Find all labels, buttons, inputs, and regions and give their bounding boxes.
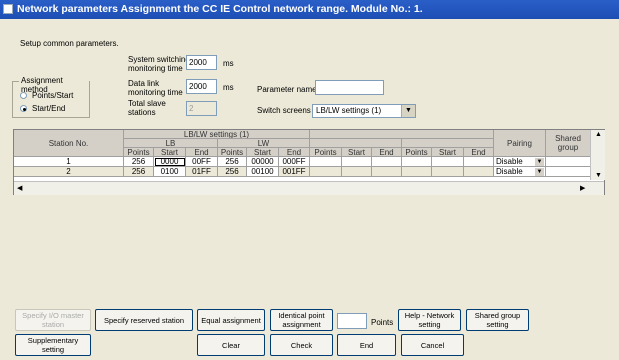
help-network-setting-button[interactable]: Help - Network setting: [398, 309, 461, 331]
row1-g3-points[interactable]: [310, 157, 342, 167]
scroll-up-arrow-icon[interactable]: ▲: [595, 131, 602, 138]
app-icon: [3, 4, 13, 14]
points-label: Points: [371, 318, 394, 327]
group-header-blank: [310, 130, 494, 139]
switch-screens-select[interactable]: LB/LW settings (1) ▼: [312, 104, 416, 118]
chevron-down-icon[interactable]: ▼: [535, 168, 544, 176]
datalink-input[interactable]: 2000: [186, 79, 217, 94]
row2-g4-points[interactable]: [402, 167, 432, 177]
end-button[interactable]: End: [337, 334, 396, 356]
total-slave-input: 2: [186, 101, 217, 116]
row1-pairing-select[interactable]: Disable ▼: [494, 157, 546, 167]
lw-start-header: Start: [247, 148, 279, 157]
window-title-bar: Network parameters Assignment the CC IE …: [0, 0, 619, 19]
row2-g3-end[interactable]: [372, 167, 402, 177]
row2-lb-points[interactable]: 256: [124, 167, 154, 177]
clear-button[interactable]: Clear: [197, 334, 265, 356]
lb-end-header: End: [186, 148, 218, 157]
pairing-header: Pairing: [494, 130, 546, 157]
row2-shared-group[interactable]: [546, 167, 591, 177]
sys-switch-input[interactable]: 2000: [186, 55, 217, 70]
row1-g3-start[interactable]: [342, 157, 372, 167]
g3-end-header: End: [372, 148, 402, 157]
row2-lw-end[interactable]: 001FF: [279, 167, 310, 177]
chevron-down-icon[interactable]: ▼: [535, 158, 544, 166]
g3-points-header: Points: [310, 148, 342, 157]
row2-pairing-select[interactable]: Disable ▼: [494, 167, 546, 177]
grid-horizontal-scrollbar[interactable]: ◀ ▶: [14, 181, 604, 195]
row2-g4-start[interactable]: [432, 167, 464, 177]
row2-g3-points[interactable]: [310, 167, 342, 177]
supplementary-setting-button[interactable]: Supplementary setting: [15, 334, 91, 356]
row1-lw-end[interactable]: 000FF: [279, 157, 310, 167]
cancel-button[interactable]: Cancel: [401, 334, 464, 356]
g4-start-header: Start: [432, 148, 464, 157]
specify-reserved-station-button[interactable]: Specify reserved station: [95, 309, 193, 331]
lb-lw-group-header: LB/LW settings (1): [124, 130, 310, 139]
lb-points-header: Points: [124, 148, 154, 157]
datalink-label: Data link monitoring time: [128, 79, 183, 97]
chevron-down-icon[interactable]: ▼: [401, 105, 415, 117]
radio-points-start-label: Points/Start: [32, 91, 74, 100]
switch-screens-label: Switch screens: [257, 106, 311, 115]
row1-station[interactable]: 1: [14, 157, 124, 167]
lw-header: LW: [218, 139, 310, 148]
setup-caption: Setup common parameters.: [20, 39, 119, 48]
check-button[interactable]: Check: [270, 334, 333, 356]
row2-lb-end[interactable]: 01FF: [186, 167, 218, 177]
lb-header: LB: [124, 139, 218, 148]
row1-lw-start[interactable]: 00000: [247, 157, 279, 167]
scroll-right-arrow-icon[interactable]: ▶: [580, 184, 585, 192]
shared-group-setting-button[interactable]: Shared group setting: [466, 309, 529, 331]
g3-start-header: Start: [342, 148, 372, 157]
lw-points-header: Points: [218, 148, 247, 157]
g4-points-header: Points: [402, 148, 432, 157]
row1-g3-end[interactable]: [372, 157, 402, 167]
row2-lb-start[interactable]: 0100: [154, 167, 186, 177]
scroll-down-arrow-icon[interactable]: ▼: [595, 172, 602, 179]
param-name-label: Parameter name: [257, 85, 317, 94]
row2-g3-start[interactable]: [342, 167, 372, 177]
specify-io-master-button: Specify I/O master station: [15, 309, 91, 331]
row1-lb-start[interactable]: 0000: [154, 157, 186, 167]
identical-point-assignment-button[interactable]: Identical point assignment: [270, 309, 333, 331]
g4-end-header: End: [464, 148, 494, 157]
lw-end-header: End: [279, 148, 310, 157]
equal-assignment-button[interactable]: Equal assignment: [197, 309, 265, 331]
blank-group-header-2: [402, 139, 494, 148]
row1-g4-end[interactable]: [464, 157, 494, 167]
sys-switch-unit: ms: [223, 59, 234, 68]
row1-shared-group[interactable]: [546, 157, 591, 167]
points-input[interactable]: [337, 313, 367, 329]
lb-start-header: Start: [154, 148, 186, 157]
shared-group-header: Shared group: [546, 130, 591, 157]
blank-group-header-1: [310, 139, 402, 148]
total-slave-label: Total slave stations: [128, 99, 166, 117]
radio-start-end-label: Start/End: [32, 104, 66, 113]
switch-screens-value: LB/LW settings (1): [316, 106, 382, 115]
datalink-unit: ms: [223, 83, 234, 92]
row2-lw-points[interactable]: 256: [218, 167, 247, 177]
row1-lb-end[interactable]: 00FF: [186, 157, 218, 167]
row1-lw-points[interactable]: 256: [218, 157, 247, 167]
grid-vertical-scrollbar[interactable]: ▲ ▼: [590, 130, 605, 180]
row1-g4-points[interactable]: [402, 157, 432, 167]
scroll-left-arrow-icon[interactable]: ◀: [17, 184, 22, 192]
row2-lw-start[interactable]: 00100: [247, 167, 279, 177]
assignment-method-group: Assignment method Points/Start Start/End: [12, 76, 90, 118]
row2-g4-end[interactable]: [464, 167, 494, 177]
radio-points-start[interactable]: [20, 92, 27, 99]
row1-lb-points[interactable]: 256: [124, 157, 154, 167]
station-no-header: Station No.: [14, 130, 124, 157]
row2-station[interactable]: 2: [14, 167, 124, 177]
sys-switch-label: System switching monitoring time: [128, 55, 190, 73]
radio-start-end[interactable]: [20, 105, 27, 112]
row1-g4-start[interactable]: [432, 157, 464, 167]
param-name-input[interactable]: [315, 80, 384, 95]
window-title: Network parameters Assignment the CC IE …: [17, 3, 423, 15]
